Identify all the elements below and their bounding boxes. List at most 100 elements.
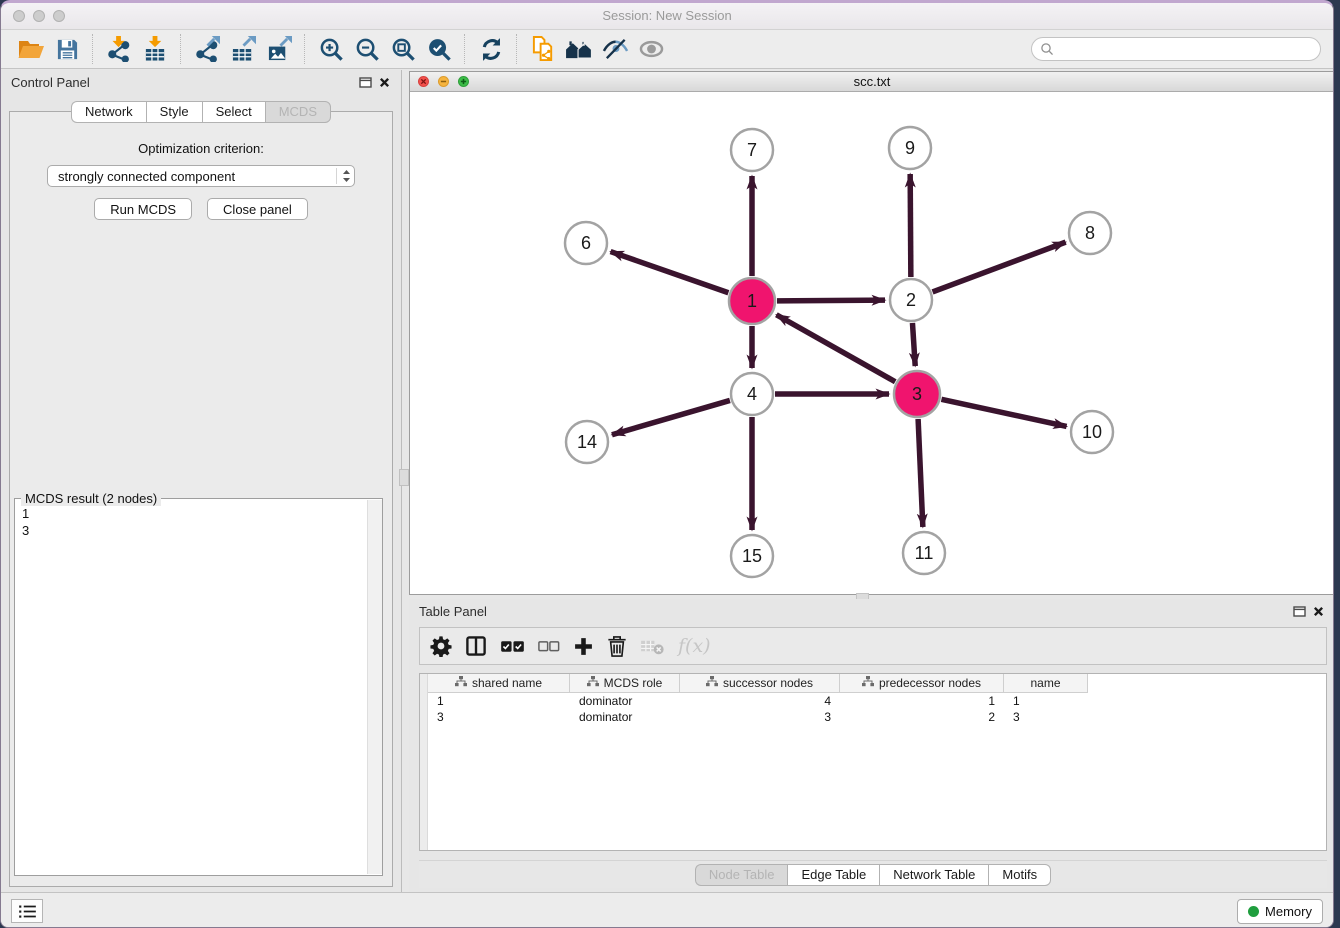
tab-edge-table[interactable]: Edge Table	[787, 864, 879, 886]
column-header-label: shared name	[472, 676, 542, 690]
zoom-out-icon[interactable]	[349, 33, 385, 65]
edge-3-10[interactable]	[941, 399, 1066, 426]
split-panel-icon[interactable]	[465, 631, 487, 661]
edge-3-1[interactable]	[776, 315, 895, 382]
table-row[interactable]: 3dominator323	[428, 709, 1326, 725]
table-panel-title: Table Panel	[419, 604, 487, 619]
graph-node-label: 8	[1085, 223, 1095, 243]
edge-4-14[interactable]	[612, 400, 730, 434]
import-table-icon[interactable]	[137, 33, 173, 65]
run-mcds-button[interactable]: Run MCDS	[94, 198, 192, 220]
column-header-predecessor-nodes[interactable]: predecessor nodes	[840, 674, 1004, 693]
column-header-shared-name[interactable]: shared name	[428, 674, 570, 693]
first-neighbors-icon[interactable]	[561, 33, 597, 65]
refresh-layout-icon[interactable]	[473, 33, 509, 65]
settings-icon[interactable]	[430, 631, 452, 661]
table-tabs: Node TableEdge TableNetwork TableMotifs	[419, 860, 1327, 888]
add-column-icon[interactable]	[573, 631, 594, 661]
table-cell[interactable]: 4	[680, 694, 840, 708]
graph-node-label: 6	[581, 233, 591, 253]
table-cell[interactable]: 1	[1004, 694, 1088, 708]
export-table-icon[interactable]	[225, 33, 261, 65]
zoom-in-icon[interactable]	[313, 33, 349, 65]
open-session-icon[interactable]	[13, 33, 49, 65]
tab-motifs[interactable]: Motifs	[988, 864, 1051, 886]
column-header-label: MCDS role	[604, 676, 663, 690]
vertical-splitter-handle[interactable]	[399, 469, 409, 486]
tab-select[interactable]: Select	[202, 101, 265, 123]
criterion-select[interactable]: strongly connected component	[47, 165, 355, 187]
tab-style[interactable]: Style	[146, 101, 202, 123]
column-header-MCDS-role[interactable]: MCDS role	[570, 674, 680, 693]
graph-node-label: 9	[905, 138, 915, 158]
export-network-icon[interactable]	[189, 33, 225, 65]
node-table: shared name MCDS role successor nodes prede…	[419, 673, 1327, 851]
zoom-fit-icon[interactable]	[385, 33, 421, 65]
table-cell[interactable]: 3	[680, 710, 840, 724]
show-panels-button[interactable]	[11, 899, 43, 923]
table-cell[interactable]: 1	[840, 694, 1004, 708]
table-cell[interactable]: 3	[1004, 710, 1088, 724]
graph-node-label: 4	[747, 384, 757, 404]
criterion-value: strongly connected component	[58, 169, 336, 184]
edge-3-11[interactable]	[918, 419, 923, 527]
save-session-icon[interactable]	[49, 33, 85, 65]
control-panel-tabs: NetworkStyleSelectMCDS	[1, 101, 401, 123]
toolbar-separator	[304, 34, 306, 64]
float-panel-icon[interactable]	[359, 76, 372, 88]
import-network-icon[interactable]	[101, 33, 137, 65]
app-window: Session: New Session Control Panel Netwo…	[0, 0, 1334, 928]
select-all-icon[interactable]	[500, 631, 525, 661]
edge-2-3[interactable]	[912, 323, 915, 366]
edge-2-9[interactable]	[910, 174, 911, 277]
memory-button[interactable]: Memory	[1237, 899, 1323, 924]
table-cell[interactable]: dominator	[570, 710, 680, 724]
table-cell[interactable]: 3	[428, 710, 570, 724]
window-title: Session: New Session	[1, 3, 1333, 29]
network-canvas[interactable]: 7968124314101511	[410, 92, 1334, 595]
show-all-icon[interactable]	[633, 33, 669, 65]
edge-1-2[interactable]	[777, 300, 885, 301]
toolbar-separator	[92, 34, 94, 64]
tab-node-table[interactable]: Node Table	[695, 864, 788, 886]
tab-network-table[interactable]: Network Table	[879, 864, 988, 886]
table-row[interactable]: 1dominator411	[428, 693, 1326, 709]
close-panel-icon[interactable]	[378, 76, 391, 88]
network-window-titlebar: scc.txt	[410, 72, 1334, 92]
table-cell[interactable]: 1	[428, 694, 570, 708]
graph-node-label: 10	[1082, 422, 1102, 442]
search-box[interactable]	[1031, 37, 1321, 61]
search-input[interactable]	[1060, 41, 1312, 58]
column-type-icon	[706, 676, 718, 690]
hide-selected-icon[interactable]	[597, 33, 633, 65]
network-window-title: scc.txt	[410, 72, 1334, 91]
delete-column-icon[interactable]	[607, 631, 627, 661]
tab-mcds[interactable]: MCDS	[265, 101, 331, 123]
column-header-name[interactable]: name	[1004, 674, 1088, 693]
table-cell[interactable]: 2	[840, 710, 1004, 724]
column-type-icon	[455, 676, 467, 690]
close-panel-button[interactable]: Close panel	[207, 198, 308, 220]
column-header-label: predecessor nodes	[879, 676, 981, 690]
optimization-criterion-label: Optimization criterion:	[10, 141, 392, 156]
close-table-panel-icon[interactable]	[1312, 605, 1325, 617]
column-header-successor-nodes[interactable]: successor nodes	[680, 674, 840, 693]
edge-2-8[interactable]	[933, 242, 1066, 292]
column-type-icon	[587, 676, 599, 690]
export-image-icon[interactable]	[261, 33, 297, 65]
tab-network[interactable]: Network	[71, 101, 146, 123]
edge-1-6[interactable]	[611, 252, 729, 293]
deselect-all-icon[interactable]	[538, 631, 560, 661]
select-stepper-icon	[341, 168, 352, 184]
result-scrollbar[interactable]	[367, 500, 382, 874]
zoom-selected-icon[interactable]	[421, 33, 457, 65]
network-view-window: scc.txt 7968124314101511	[409, 71, 1334, 595]
mcds-result-text[interactable]: 13	[15, 501, 367, 875]
float-table-panel-icon[interactable]	[1293, 605, 1306, 617]
new-network-from-selection-icon[interactable]	[525, 33, 561, 65]
graph-node-label: 7	[747, 140, 757, 160]
column-type-icon	[862, 676, 874, 690]
list-icon	[18, 904, 37, 919]
mcds-result-group: MCDS result (2 nodes) 13	[14, 498, 383, 876]
table-cell[interactable]: dominator	[570, 694, 680, 708]
